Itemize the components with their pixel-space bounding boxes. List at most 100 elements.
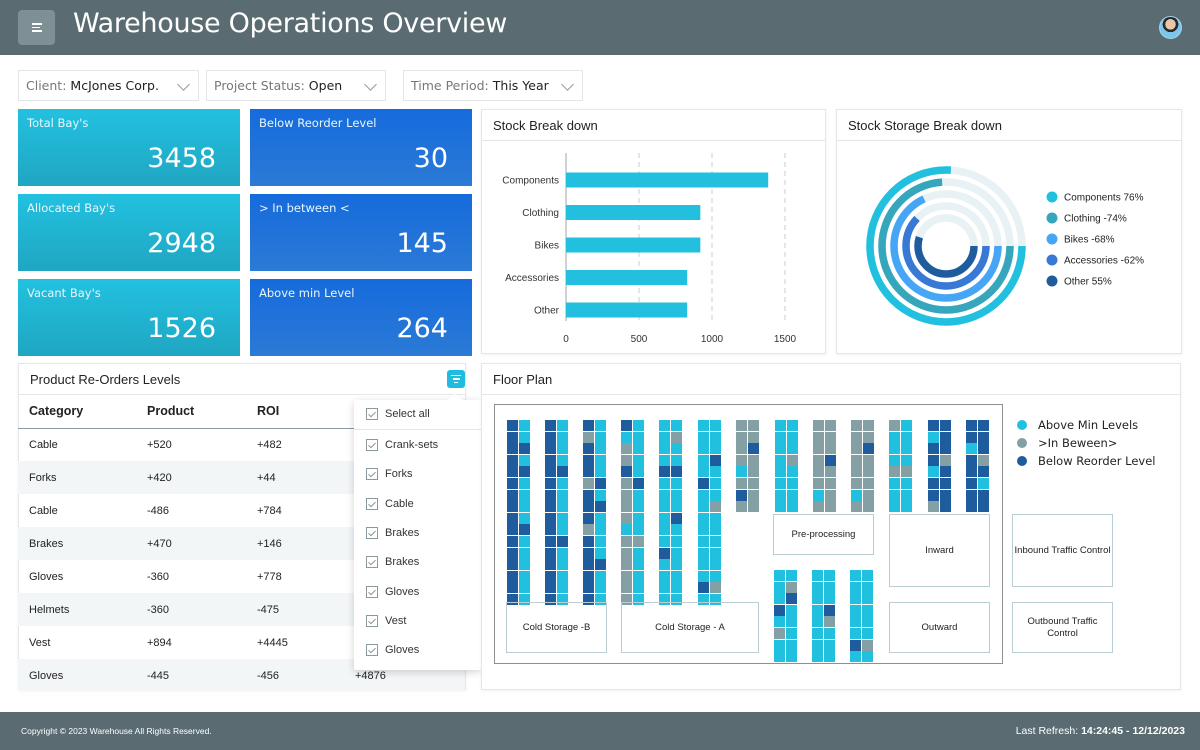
storage-bay[interactable] [786,616,797,628]
storage-bay[interactable] [775,454,786,466]
storage-bay[interactable] [519,501,530,513]
storage-bay[interactable] [786,581,797,593]
storage-bay[interactable] [928,478,939,489]
storage-bay[interactable] [851,431,862,443]
storage-bay[interactable] [748,501,759,513]
storage-bay[interactable] [736,443,747,455]
storage-bay[interactable] [978,478,989,489]
storage-bay[interactable] [519,524,530,536]
storage-bay[interactable] [748,478,759,489]
storage-bay[interactable] [633,454,644,466]
storage-bay[interactable] [787,443,798,455]
storage-bay[interactable] [851,454,862,466]
storage-bay[interactable] [787,466,798,478]
filter-option[interactable]: Gloves [366,644,419,657]
storage-bay[interactable] [507,512,518,524]
storage-bay[interactable] [978,501,989,513]
storage-bay[interactable] [774,570,785,581]
storage-bay[interactable] [633,547,644,559]
column-header[interactable]: Category [18,395,136,429]
storage-bay[interactable] [901,443,912,455]
client-filter[interactable]: Client: McJones Corp. [18,70,199,101]
storage-bay[interactable] [595,512,606,524]
storage-bay[interactable] [775,466,786,478]
storage-bay[interactable] [595,582,606,594]
storage-bay[interactable] [519,478,530,489]
storage-bay[interactable] [787,501,798,513]
storage-bay[interactable] [671,489,682,501]
storage-bay[interactable] [978,443,989,455]
storage-bay[interactable] [621,443,632,455]
storage-bay[interactable] [583,431,594,443]
storage-bay[interactable] [621,582,632,594]
storage-bay[interactable] [862,651,873,663]
storage-bay[interactable] [595,454,606,466]
storage-bay[interactable] [557,524,568,536]
storage-bay[interactable] [671,570,682,582]
storage-bay[interactable] [710,582,721,594]
filter-option[interactable]: Crank-sets [366,439,438,451]
storage-bay[interactable] [862,616,873,628]
storage-bay[interactable] [595,524,606,536]
storage-bay[interactable] [633,420,644,431]
storage-bay[interactable] [557,547,568,559]
storage-bay[interactable] [824,639,835,651]
storage-bay[interactable] [966,501,977,513]
storage-bay[interactable] [659,501,670,513]
storage-bay[interactable] [621,489,632,501]
storage-bay[interactable] [621,478,632,489]
filter-option[interactable]: Cable [366,497,414,510]
storage-bay[interactable] [710,420,721,431]
storage-bay[interactable] [671,582,682,594]
storage-bay[interactable] [557,570,568,582]
storage-bay[interactable] [659,466,670,478]
storage-bay[interactable] [621,454,632,466]
storage-bay[interactable] [812,604,823,616]
storage-bay[interactable] [862,593,873,605]
storage-bay[interactable] [978,431,989,443]
storage-bay[interactable] [545,443,556,455]
storage-bay[interactable] [966,454,977,466]
storage-bay[interactable] [862,628,873,639]
storage-bay[interactable] [545,478,556,489]
storage-bay[interactable] [659,489,670,501]
storage-bay[interactable] [671,559,682,571]
kpi-below-reorder[interactable]: Below Reorder Level 30 [250,109,472,186]
storage-bay[interactable] [583,524,594,536]
storage-bay[interactable] [698,466,709,478]
storage-bay[interactable] [901,420,912,431]
storage-bay[interactable] [928,489,939,501]
storage-bay[interactable] [621,512,632,524]
storage-bay[interactable] [966,466,977,478]
storage-bay[interactable] [519,443,530,455]
storage-bay[interactable] [507,478,518,489]
storage-bay[interactable] [671,454,682,466]
storage-bay[interactable] [710,478,721,489]
storage-bay[interactable] [545,559,556,571]
storage-bay[interactable] [507,443,518,455]
storage-bay[interactable] [928,466,939,478]
storage-bay[interactable] [710,559,721,571]
storage-bay[interactable] [850,581,861,593]
storage-bay[interactable] [748,466,759,478]
storage-bay[interactable] [775,489,786,501]
storage-bay[interactable] [710,501,721,513]
storage-bay[interactable] [545,512,556,524]
storage-bay[interactable] [595,431,606,443]
storage-bay[interactable] [736,489,747,501]
storage-bay[interactable] [786,604,797,616]
storage-bay[interactable] [507,570,518,582]
storage-bay[interactable] [545,454,556,466]
storage-bay[interactable] [698,536,709,547]
storage-bay[interactable] [889,478,900,489]
storage-bay[interactable] [698,431,709,443]
storage-bay[interactable] [557,559,568,571]
storage-bay[interactable] [966,478,977,489]
storage-bay[interactable] [659,431,670,443]
checkbox-checked-icon[interactable] [366,644,378,657]
storage-bay[interactable] [710,536,721,547]
storage-bay[interactable] [507,501,518,513]
storage-bay[interactable] [545,547,556,559]
storage-bay[interactable] [851,478,862,489]
storage-bay[interactable] [889,489,900,501]
